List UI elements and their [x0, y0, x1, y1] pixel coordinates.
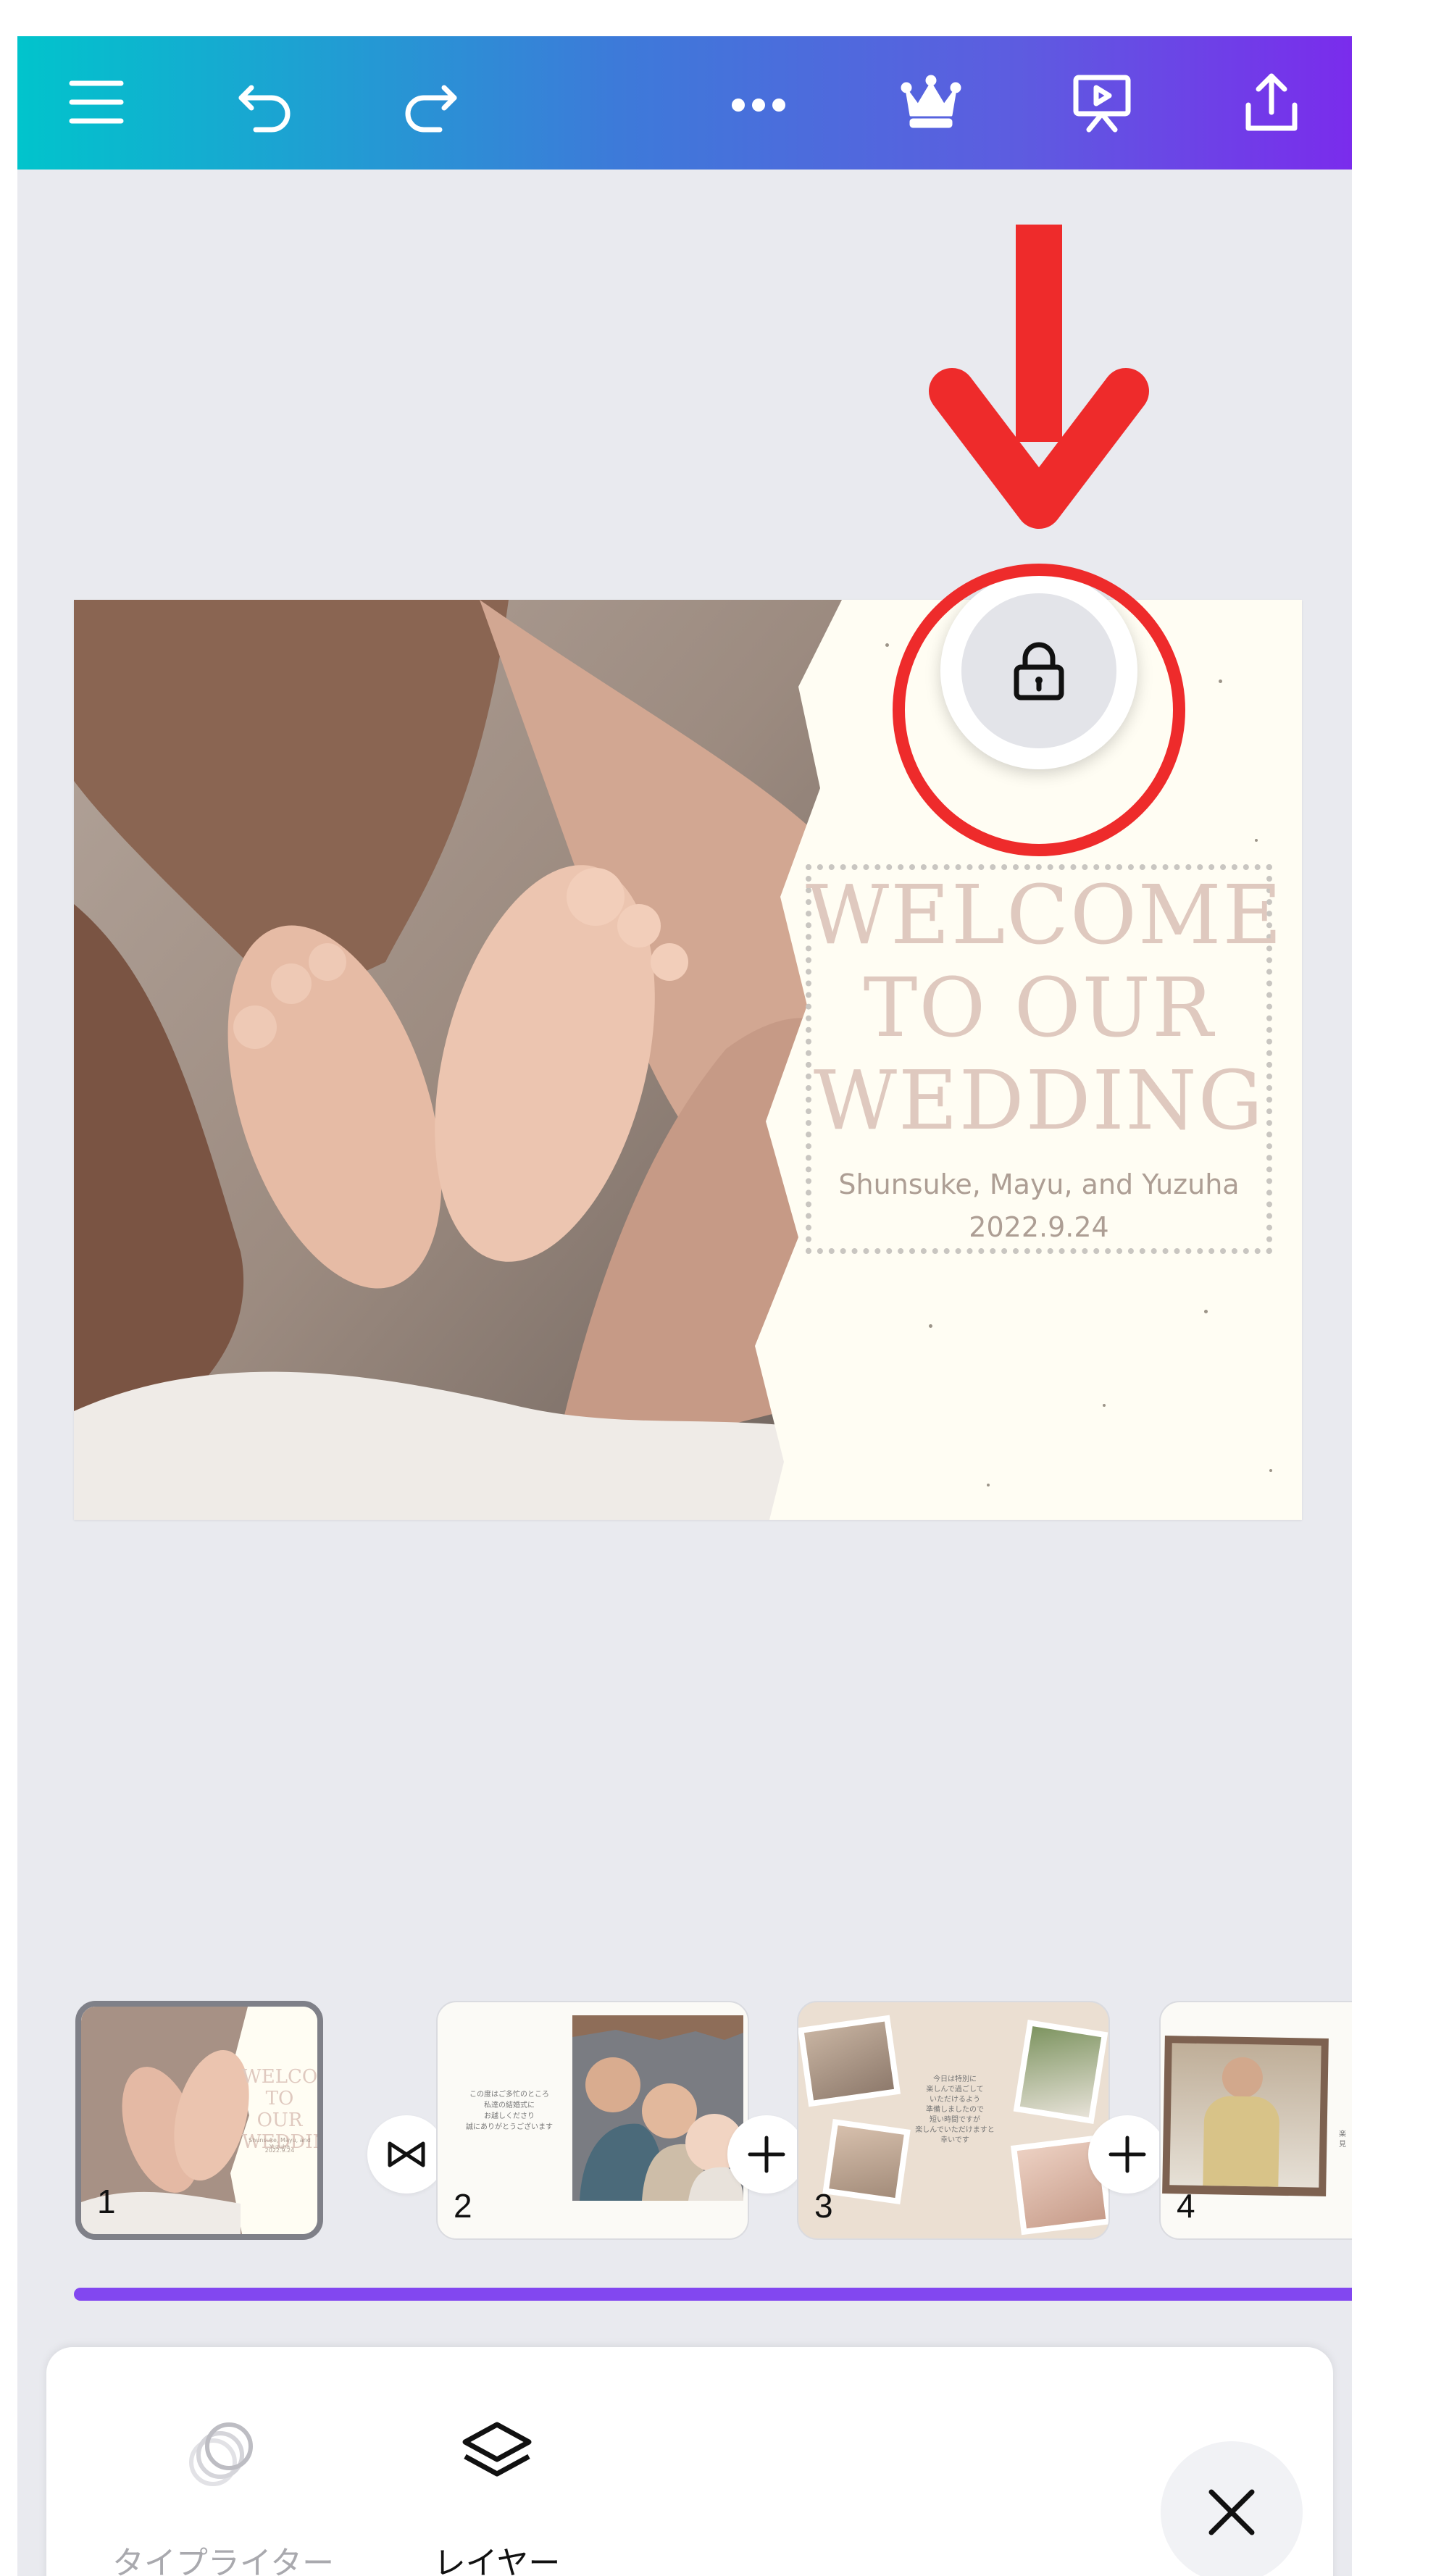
thumb-text-line: 楽しんでいただけますと [915, 2126, 995, 2134]
plus-icon [1108, 2136, 1146, 2173]
thumb-title-line: TO OUR [256, 2088, 303, 2131]
thumb-photo [1019, 2026, 1102, 2117]
thumb-figure-head [1222, 2057, 1264, 2099]
app-window: WELCOME TO OUR WEDDING Shunsuke, Mayu, a… [17, 36, 1352, 2576]
page-number: 3 [814, 2187, 833, 2225]
present-icon [1073, 75, 1131, 133]
lock-button[interactable] [961, 593, 1116, 748]
couple-names[interactable]: Shunsuke, Mayu, and Yuzuha [806, 1168, 1272, 1200]
page-thumbnail-1[interactable]: WELCOME TO OUR WEDDING Shunsuke, Mayu, a… [75, 2001, 323, 2240]
top-toolbar [17, 36, 1352, 170]
transition-button[interactable] [367, 2115, 446, 2194]
typewriter-icon-wrap [71, 2405, 375, 2499]
wedding-date[interactable]: 2022.9.24 [806, 1211, 1272, 1243]
paper-speck [987, 1484, 990, 1486]
paper-speck [1269, 1469, 1272, 1472]
thumbnail-photo [572, 2015, 743, 2201]
thumb-photo [1169, 2043, 1321, 2188]
thumb-photo-frame [1162, 2036, 1329, 2196]
page-number: 2 [454, 2187, 472, 2225]
lock-button-wrap [940, 572, 1137, 769]
thumb-text-line: 短い時間ですが [930, 2116, 980, 2124]
paper-speck [1219, 679, 1222, 683]
redo-icon [405, 85, 457, 133]
thumb-text-line: 今日は特別に [933, 2075, 977, 2083]
thumb-text-line: 準備しましたので [926, 2106, 984, 2114]
present-button[interactable] [1055, 55, 1149, 149]
baby-feet-photo[interactable] [74, 600, 842, 1520]
thumb-text: 楽 見 [1339, 2130, 1352, 2150]
title-line: TO OUR [863, 961, 1215, 1055]
crown-icon [901, 75, 961, 128]
title-line: WELCOME [806, 869, 1284, 963]
undo-button[interactable] [217, 55, 312, 149]
page-thumbnail-4[interactable]: 楽 見 4 [1159, 2001, 1352, 2240]
page-thumbnail-2[interactable]: この度はご多忙のところ 私達の結婚式に お越しくださり 誠にありがとうございます… [436, 2001, 749, 2240]
thumb-text-line: 幸いです [940, 2136, 969, 2144]
layers-icon [462, 2422, 532, 2477]
close-button[interactable] [1161, 2441, 1303, 2576]
thumb-text-line: いただけるよう [930, 2096, 980, 2104]
thumb-text: 今日は特別に 楽しんで過ごして いただけるよう 準備しましたので 短い時間ですが… [882, 2075, 1027, 2146]
more-button[interactable] [711, 55, 806, 149]
thumb-figure-body [1203, 2096, 1280, 2187]
paper-speck [1103, 1404, 1106, 1407]
add-page-button[interactable] [727, 2115, 806, 2194]
page-scroll-progress[interactable] [74, 2288, 1352, 2301]
typewriter-icon [189, 2422, 253, 2486]
layer-icon-wrap [345, 2405, 649, 2499]
lock-icon [1014, 642, 1064, 701]
add-page-button[interactable] [1088, 2115, 1166, 2194]
thumb-title-line: WELCOME [242, 2066, 318, 2088]
redo-button[interactable] [384, 55, 478, 149]
plus-icon [748, 2136, 785, 2173]
page-number: 4 [1177, 2187, 1195, 2225]
share-button[interactable] [1224, 55, 1319, 149]
thumb-text-line: 楽しんで過ごして [926, 2086, 984, 2094]
more-icon [732, 99, 785, 112]
thumb-photo-frame [1013, 2020, 1108, 2124]
thumb-text-line: 誠にありがとうございます [466, 2123, 553, 2131]
share-icon [1245, 73, 1298, 131]
layer-label: レイヤー [433, 2545, 561, 2576]
page-thumbnail-3[interactable]: 今日は特別に 楽しんで過ごして いただけるよう 準備しましたので 短い時間ですが… [797, 2001, 1110, 2240]
premium-button[interactable] [884, 55, 978, 149]
bowtie-icon [388, 2141, 425, 2167]
close-icon [1208, 2489, 1255, 2535]
typewriter-tool[interactable]: タイプライター [71, 2347, 375, 2576]
thumb-photo [804, 2021, 894, 2101]
thumb-text-line: 楽 [1339, 2130, 1346, 2138]
paper-speck [1204, 1310, 1208, 1313]
bottom-tools-panel: タイプライター レイヤー [46, 2347, 1333, 2576]
page-number: 1 [97, 2183, 116, 2220]
title-line: WEDDING [813, 1054, 1265, 1148]
thumb-text-line: お越しくださり [484, 2112, 535, 2120]
annotation-arrow [929, 225, 1149, 529]
menu-icon [69, 80, 124, 124]
menu-button[interactable] [49, 55, 143, 149]
thumb-text-line: 私達の結婚式に [484, 2102, 535, 2109]
thumb-date: 2022.9.24 [264, 2147, 295, 2154]
paper-speck [1255, 839, 1258, 842]
typewriter-label: タイプライター [112, 2545, 335, 2576]
thumb-text-line: 見 [1339, 2141, 1346, 2149]
thumb-text-line: この度はご多忙のところ [469, 2091, 549, 2099]
thumb-text: この度はご多忙のところ 私達の結婚式に お越しくださり 誠にありがとうございます [440, 2089, 578, 2133]
paper-speck [929, 1324, 932, 1328]
design-page[interactable]: WELCOME TO OUR WEDDING Shunsuke, Mayu, a… [74, 600, 1302, 1520]
paper-speck [885, 643, 889, 647]
undo-icon [238, 85, 291, 133]
layer-tool[interactable]: レイヤー [345, 2347, 649, 2576]
welcome-title[interactable]: WELCOME TO OUR WEDDING [806, 869, 1284, 1148]
